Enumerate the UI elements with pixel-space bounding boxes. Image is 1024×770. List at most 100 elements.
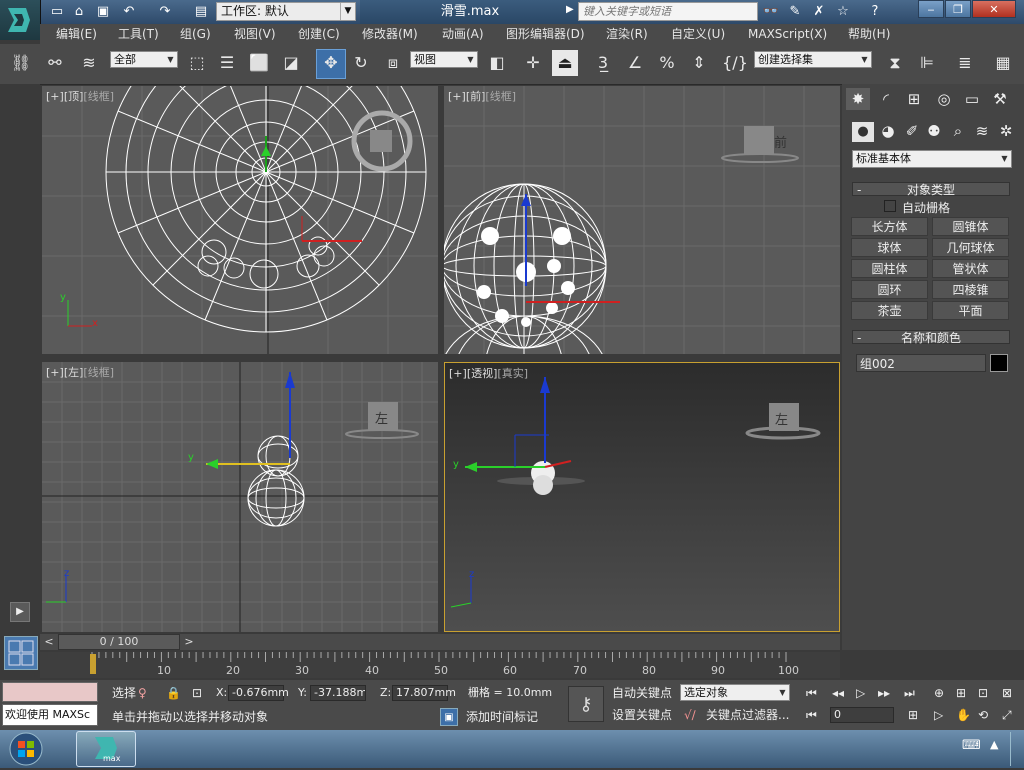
workspace-dropdown[interactable]: 工作区: 默认 ▼ [216, 2, 356, 21]
field-of-view-icon[interactable]: ▷ [934, 706, 943, 724]
snaps-toggle-icon[interactable]: 3̲ [590, 50, 616, 76]
select-by-name-icon[interactable]: ☰ [214, 50, 240, 76]
next-frame-icon[interactable]: > [182, 635, 196, 649]
hierarchy-tab-icon[interactable]: ⊞ [902, 88, 926, 110]
viewport-front[interactable]: [+][前][线框] 前 [444, 86, 840, 354]
time-slider-thumb[interactable]: 0 / 100 [58, 634, 180, 650]
zoom-all-icon[interactable]: ⊞ [956, 684, 966, 702]
geosphere-button[interactable]: 几何球体 [932, 238, 1009, 257]
menu-rendering[interactable]: 渲染(R) [606, 24, 648, 44]
box-button[interactable]: 长方体 [851, 217, 928, 236]
pivot-center-icon[interactable]: ◧ [484, 50, 510, 76]
selection-lock-icon[interactable]: 🔒 [166, 684, 181, 702]
zoom-extents-icon[interactable]: ⊡ [978, 684, 988, 702]
menu-tools[interactable]: 工具(T) [118, 24, 159, 44]
prev-frame-icon[interactable]: < [42, 635, 56, 649]
select-object-icon[interactable]: ⬚ [184, 50, 210, 76]
search-input[interactable]: 键入关键字或短语 [578, 2, 758, 21]
viewport-top[interactable]: [+][顶][线框] y x [42, 86, 438, 354]
select-and-move-icon[interactable]: ✥ [316, 49, 346, 79]
link-icon[interactable]: ⛓ [8, 50, 34, 76]
named-selection-dropdown[interactable]: 创建选择集 ▼ [754, 51, 872, 68]
current-frame-marker[interactable] [90, 654, 96, 674]
auto-key-button[interactable]: 自动关键点 [612, 684, 672, 702]
viewport-label[interactable]: [+][前][线框] [448, 88, 516, 104]
expand-arrow-icon[interactable]: ▶ [566, 4, 576, 20]
undo-icon[interactable]: ↶ [120, 3, 138, 21]
scene-explorer-icon[interactable]: ▦ [990, 50, 1016, 76]
selection-filter-dropdown[interactable]: 全部 ▼ [110, 51, 178, 68]
pan-view-icon[interactable]: ✋ [956, 706, 971, 724]
align-icon[interactable]: ⊫ [914, 50, 940, 76]
add-time-tag[interactable]: 添加时间标记 [466, 708, 538, 726]
space-warps-icon[interactable]: ≋ [970, 120, 994, 142]
viewport-layout-icon[interactable] [4, 636, 38, 670]
key-filters-icon[interactable]: √∕ [684, 706, 696, 724]
set-keys-key-icon[interactable]: ⚷ [568, 686, 604, 722]
zoom-extents-all-icon[interactable]: ⊠ [1002, 684, 1012, 702]
taskbar-3dsmax-button[interactable]: max [76, 731, 136, 767]
viewcube-face-label[interactable]: 前 [774, 132, 787, 151]
viewport-label[interactable]: [+][透视][真实] [449, 365, 528, 381]
menu-modifiers[interactable]: 修改器(M) [362, 24, 418, 44]
restore-button[interactable]: ❐ [945, 0, 971, 18]
menu-help[interactable]: 帮助(H) [848, 24, 890, 44]
window-crossing-icon[interactable]: ◪ [278, 50, 304, 76]
percent-snap-icon[interactable]: % [654, 50, 680, 76]
go-to-end-icon[interactable]: ⏭ [904, 684, 915, 702]
category-dropdown[interactable]: 标准基本体 ▼ [852, 150, 1012, 168]
go-to-start-icon[interactable]: ⏮ [806, 684, 817, 702]
zoom-icon[interactable]: ⊕ [934, 684, 944, 702]
select-and-rotate-icon[interactable]: ↻ [348, 50, 374, 76]
teapot-button[interactable]: 茶壶 [851, 301, 928, 320]
binoculars-icon[interactable]: 👓 [762, 3, 780, 21]
play-icon[interactable]: ▷ [856, 684, 865, 702]
systems-icon[interactable]: ✲ [994, 120, 1018, 142]
viewport-label[interactable]: [+][左][线框] [46, 364, 114, 380]
open-file-icon[interactable]: ⌂ [70, 3, 88, 21]
application-button[interactable] [0, 0, 41, 40]
lights-icon[interactable]: ✐ [900, 120, 924, 142]
absolute-mode-icon[interactable]: ⊡ [192, 684, 202, 702]
viewport-perspective[interactable]: [+][透视][真实] 左 y z [444, 362, 840, 632]
viewport-label[interactable]: [+][顶][线框] [46, 88, 114, 104]
favorites-star-icon[interactable]: ☆ [834, 3, 852, 21]
angle-snap-icon[interactable]: ∠ [622, 50, 648, 76]
help-icon[interactable]: ? [866, 3, 884, 21]
pyramid-button[interactable]: 四棱锥 [932, 280, 1009, 299]
menu-graph-editors[interactable]: 图形编辑器(D) [506, 24, 585, 44]
save-file-icon[interactable]: ▣ [94, 3, 112, 21]
add-time-tag-icon[interactable]: ▣ [440, 708, 458, 726]
previous-frame-icon[interactable]: ◂◂ [832, 684, 844, 702]
layer-manager-icon[interactable]: ≣ [952, 50, 978, 76]
x-coordinate-field[interactable]: -0.676mm [228, 685, 289, 701]
spinner-snap-icon[interactable]: ⇕ [686, 50, 712, 76]
reference-coordinate-dropdown[interactable]: 视图 ▼ [410, 51, 478, 68]
key-icon[interactable]: ✎ [786, 3, 804, 21]
select-manipulate-icon[interactable]: ✛ [520, 50, 546, 76]
viewport-left[interactable]: [+][左][线框] 左 y z [42, 362, 438, 632]
geometry-icon[interactable]: ● [852, 122, 874, 142]
y-coordinate-field[interactable]: -37.188mm [310, 685, 366, 701]
viewcube-face-label[interactable]: 左 [375, 408, 388, 427]
menu-views[interactable]: 视图(V) [234, 24, 276, 44]
close-button[interactable]: ✕ [972, 0, 1016, 18]
start-button[interactable] [6, 731, 46, 767]
menu-animation[interactable]: 动画(A) [442, 24, 484, 44]
modify-tab-icon[interactable]: ◜ [874, 88, 898, 110]
bind-space-warp-icon[interactable]: ≋ [76, 50, 102, 76]
key-filters-button[interactable]: 关键点过滤器... [706, 706, 789, 724]
menu-maxscript[interactable]: MAXScript(X) [748, 24, 827, 44]
menu-group[interactable]: 组(G) [180, 24, 211, 44]
set-key-button[interactable]: 设置关键点 [612, 706, 672, 724]
redo-icon[interactable]: ↷ [156, 3, 174, 21]
menu-edit[interactable]: 编辑(E) [56, 24, 97, 44]
play-expand-icon[interactable]: ▶ [10, 602, 30, 622]
keyboard-shortcut-override-icon[interactable]: ⏏ [552, 50, 578, 76]
communication-icon[interactable]: ✗ [810, 3, 828, 21]
tube-button[interactable]: 管状体 [932, 259, 1009, 278]
create-tab-icon[interactable]: ✸ [846, 88, 870, 110]
maxscript-listener[interactable]: 欢迎使用 MAXSc [2, 704, 98, 726]
menu-create[interactable]: 创建(C) [298, 24, 340, 44]
isolate-selection-icon[interactable]: ♀ [138, 684, 147, 702]
